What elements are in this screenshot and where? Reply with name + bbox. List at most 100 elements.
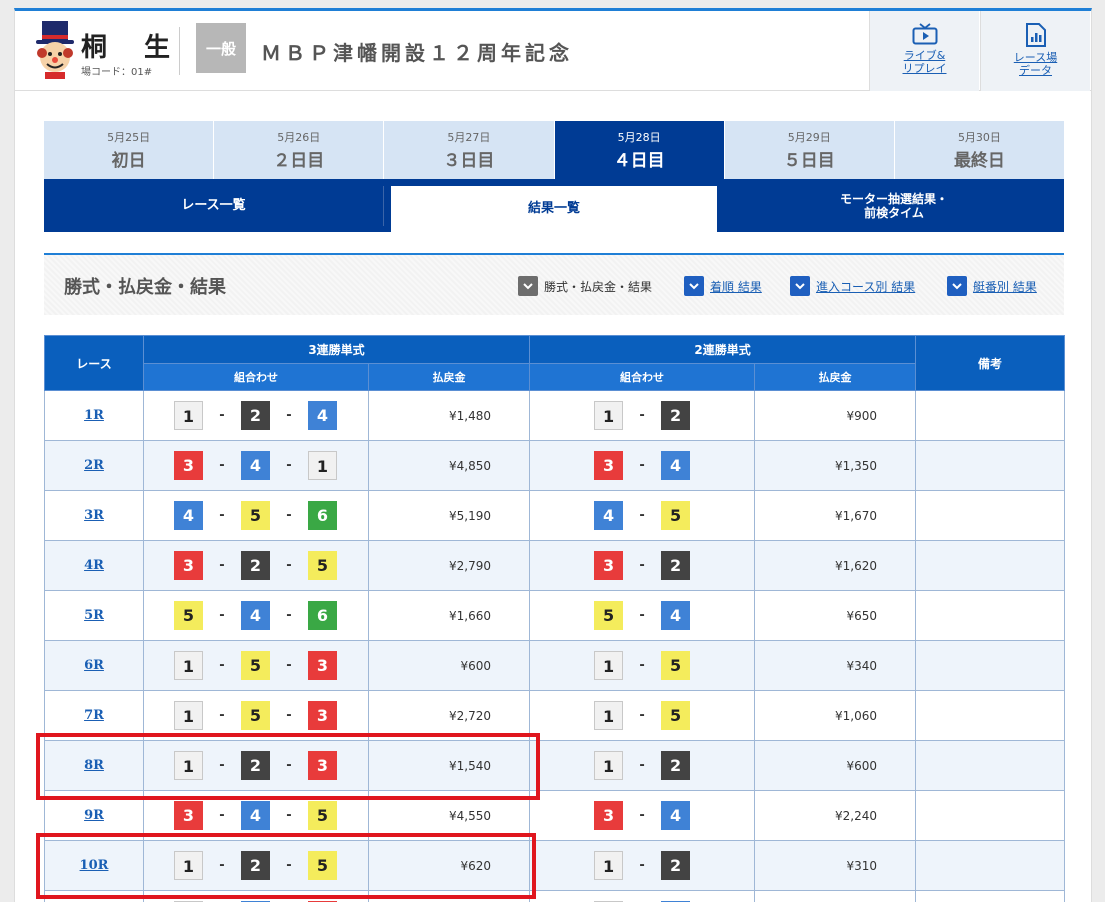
tab-motor-results[interactable]: モーター抽選結果・ 前検タイム <box>724 186 1064 226</box>
filter-arrival-order[interactable]: 着順 結果 <box>684 276 762 296</box>
note-cell <box>915 490 1066 541</box>
exacta-combo: 3- 4 <box>529 440 756 491</box>
note-cell <box>915 640 1066 691</box>
combo-dash: - <box>639 508 645 523</box>
race-link[interactable]: 7R <box>84 708 104 723</box>
race-link[interactable]: 5R <box>84 608 104 623</box>
chevron-down-icon <box>684 276 704 296</box>
day-date: 5月25日 <box>107 131 151 144</box>
day-tab-4[interactable]: 5月28日 ４日目 <box>554 121 724 179</box>
table-row: 6R 1-5-3 ¥600 1-5 ¥340 <box>44 640 1066 691</box>
note-cell <box>915 390 1066 441</box>
trifecta-combo: 3 - 2 - 5 <box>143 540 369 591</box>
boat-number: 2 <box>241 751 270 780</box>
exacta-combo: 5- 4 <box>529 590 756 641</box>
section-heading: 勝式・払戻金・結果 勝式・払戻金・結果 着順 結果 進入コース別 結果 艇番別 … <box>44 253 1064 315</box>
venue-data-button[interactable]: レース場 データ <box>980 11 1090 91</box>
tab-result-list[interactable]: 結果一覧 <box>391 186 717 232</box>
exacta-combo: 1- 5 <box>529 640 756 691</box>
combo-dash: - <box>219 408 225 423</box>
boat-number: 5 <box>308 851 337 880</box>
boat-number: 5 <box>174 601 203 630</box>
race-link[interactable]: 2R <box>84 458 104 473</box>
table-row: 1R 1-2-4 ¥1,480 1-2 ¥900 <box>44 390 1066 441</box>
race-link[interactable]: 9R <box>84 808 104 823</box>
boat-number: 3 <box>174 801 203 830</box>
race-title: ＭＢＰ津幡開設１２周年記念 <box>261 41 573 65</box>
day-tab-3[interactable]: 5月27日 ３日目 <box>384 121 554 179</box>
day-name: 初日 <box>111 151 146 171</box>
combo-dash: - <box>286 408 292 423</box>
exacta-payout: ¥600 <box>754 740 917 791</box>
live-replay-button[interactable]: ライブ& リプレイ <box>869 11 979 91</box>
venue-data-line1: レース場 <box>1013 51 1058 64</box>
exacta-payout: ¥1,060 <box>754 690 917 741</box>
boat-number: 1 <box>174 401 203 430</box>
combo-dash: - <box>219 508 225 523</box>
live-replay-line2: リプレイ <box>902 62 947 75</box>
section-title: 勝式・払戻金・結果 <box>64 277 226 298</box>
boat-number: 5 <box>241 501 270 530</box>
boat-number: 5 <box>594 601 624 630</box>
exacta-combo: 1- 2 <box>529 840 756 891</box>
boat-number: 5 <box>661 501 691 530</box>
combo-dash: - <box>639 558 645 573</box>
day-tabs: 5月25日初日 5月26日 ２日目 5月27日 ３日目 5月28日 ４日目 5月29日… <box>44 121 1065 179</box>
venue-data-line2: データ <box>1019 64 1052 77</box>
boat-number: 4 <box>241 601 270 630</box>
trifecta-combo: 1 - 2 - 3 <box>143 740 369 791</box>
filter-boat-number[interactable]: 艇番別 結果 <box>947 276 1037 296</box>
day-tab-6[interactable]: 5月30日 最終日 <box>894 121 1065 179</box>
combo-dash: - <box>639 458 645 473</box>
results-table-wrap: レース 3連勝単式 2連勝単式 備考 組合わせ 払戻金 組合わせ 払戻金 1R 1… <box>44 335 1066 902</box>
boat-number: 3 <box>174 551 203 580</box>
venue-code: 場コード：01# <box>81 67 153 78</box>
filter-course-entry-label: 進入コース別 結果 <box>816 279 916 294</box>
combo-dash: - <box>286 658 292 673</box>
boat-number: 1 <box>594 851 624 880</box>
tab-race-list[interactable]: レース一覧 <box>44 186 384 226</box>
combo-dash: - <box>286 858 292 873</box>
race-cell: 8R <box>44 740 144 791</box>
note-cell <box>915 540 1066 591</box>
note-cell <box>915 590 1066 641</box>
exacta-payout: ¥310 <box>754 840 917 891</box>
combo-dash: - <box>219 558 225 573</box>
exacta-combo: 1- 2 <box>529 390 756 441</box>
venue-header: 桐 生 場コード：01# 一般 ＭＢＰ津幡開設１２周年記念 ライブ& リプレイ … <box>15 11 1091 91</box>
mascot-icon <box>36 21 74 79</box>
note-cell <box>915 740 1066 791</box>
grade-badge: 一般 <box>196 23 246 73</box>
combo-dash: - <box>639 708 645 723</box>
combo-dash: - <box>639 608 645 623</box>
exacta-payout: ¥900 <box>754 390 917 441</box>
race-link[interactable]: 6R <box>84 658 104 673</box>
boat-number: 5 <box>308 801 337 830</box>
day-date: 5月28日 <box>617 131 661 144</box>
motor-tab-line2: 前検タイム <box>864 206 924 220</box>
boat-number: 2 <box>661 401 691 430</box>
table-row: 4R 3-2-5 ¥2,790 3-2 ¥1,620 <box>44 540 1066 591</box>
boat-number: 3 <box>308 751 337 780</box>
trifecta-payout: ¥1,540 <box>367 740 531 791</box>
race-link[interactable]: 1R <box>84 408 104 423</box>
exacta-payout: ¥340 <box>754 640 917 691</box>
results-body: 1R 1-2-4 ¥1,480 1-2 ¥900 2R 3-4-1 ¥4,850 3-4 ¥1,3… <box>44 390 1066 902</box>
note-cell <box>915 890 1066 902</box>
boat-number: 4 <box>661 601 691 630</box>
race-link[interactable]: 10R <box>80 858 109 873</box>
boat-number: 3 <box>594 451 624 480</box>
day-tab-5[interactable]: 5月29日 ５日目 <box>724 121 894 179</box>
race-link[interactable]: 4R <box>84 558 104 573</box>
filter-course-entry[interactable]: 進入コース別 結果 <box>790 276 915 296</box>
day-name: ５日目 <box>783 151 835 171</box>
exacta-combo: 3- 4 <box>529 790 756 841</box>
day-tab-1[interactable]: 5月25日初日 <box>44 121 214 179</box>
boat-number: 4 <box>661 451 691 480</box>
day-tab-2[interactable]: 5月26日 ２日目 <box>214 121 384 179</box>
race-link[interactable]: 8R <box>84 758 104 773</box>
combo-dash: - <box>219 708 225 723</box>
table-row: 5R 5-4-6 ¥1,660 5-4 ¥650 <box>44 590 1066 641</box>
filter-payout[interactable]: 勝式・払戻金・結果 <box>518 276 652 296</box>
race-link[interactable]: 3R <box>84 508 104 523</box>
